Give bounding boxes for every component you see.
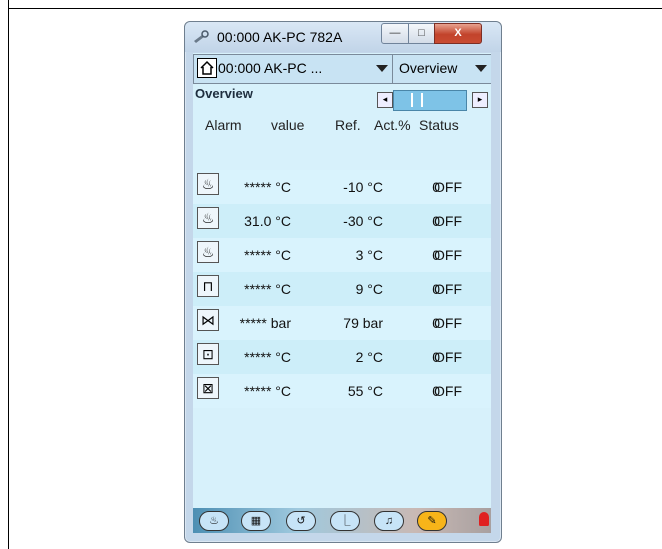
row-value: ***** °C	[244, 349, 291, 365]
row-ref: -30 °C	[343, 213, 383, 229]
header-status: Status	[419, 117, 459, 133]
receiver-icon[interactable]: ⋈	[197, 309, 219, 331]
row-status: OFF	[434, 213, 462, 229]
row-value: ***** bar	[239, 315, 291, 331]
bottom-toolbar: ♨ ▦ ↺ ⎿ ♫ ✎	[193, 508, 491, 533]
gas-cooler-icon[interactable]: ⊡	[197, 343, 219, 365]
table-row[interactable]: ⊓ ***** °C 9 °C 0 OFF	[193, 272, 491, 306]
minimize-button[interactable]: —	[381, 23, 409, 44]
scroll-thumb[interactable]	[411, 93, 423, 107]
maximize-button[interactable]: □	[408, 23, 435, 44]
row-value: ***** °C	[244, 383, 291, 399]
outer-frame-left	[8, 0, 9, 549]
view-select-value: Overview	[399, 60, 458, 76]
alarm-tab-icon[interactable]: ♫	[374, 511, 404, 531]
device-select[interactable]: 00:000 AK-PC ...	[193, 54, 393, 84]
header-ref: Ref.	[335, 117, 361, 133]
compressor-filled-icon[interactable]: ♨	[197, 207, 219, 229]
table-row[interactable]: ♨ ***** °C 3 °C 0 OFF	[193, 238, 491, 272]
home-icon[interactable]	[197, 58, 217, 78]
section-title: Overview	[195, 86, 253, 101]
row-value: 31.0 °C	[244, 213, 291, 229]
row-ref: -10 °C	[343, 179, 383, 195]
header-alarm: Alarm	[205, 117, 242, 133]
window-client: 00:000 AK-PC ... Overview Overview ◂ ▸ A…	[193, 53, 491, 533]
table-row[interactable]: ♨ 31.0 °C -30 °C 0 OFF	[193, 204, 491, 238]
condenser-icon[interactable]: ⊓	[197, 275, 219, 297]
window-title: 00:000 AK-PC 782A	[217, 29, 343, 45]
device-window: 00:000 AK-PC 782A — □ X 00:000 AK-PC ...…	[184, 21, 502, 543]
table-row[interactable]: ♨ ***** °C -10 °C 0 OFF	[193, 170, 491, 204]
table-row[interactable]: ⋈ ***** bar 79 bar 0 OFF	[193, 306, 491, 340]
tool-icon	[194, 30, 209, 43]
service-tab-icon[interactable]: ✎	[417, 511, 447, 531]
compressor-suction-icon[interactable]: ♨	[197, 173, 219, 195]
row-status: OFF	[434, 281, 462, 297]
scroll-track[interactable]	[393, 90, 467, 111]
trend-tab-icon[interactable]: ⎿	[330, 511, 360, 531]
heat-recovery-icon[interactable]: ⊠	[197, 377, 219, 399]
row-ref: 3 °C	[355, 247, 383, 263]
title-bar[interactable]: 00:000 AK-PC 782A — □ X	[185, 22, 501, 52]
row-status: OFF	[434, 383, 462, 399]
header-value: value	[271, 117, 305, 133]
row-ref: 9 °C	[355, 281, 383, 297]
table-row[interactable]: ⊠ ***** °C 55 °C 0 OFF	[193, 374, 491, 408]
chevron-down-icon[interactable]	[376, 65, 388, 72]
row-value: ***** °C	[244, 179, 291, 195]
device-select-value: 00:000 AK-PC ...	[218, 60, 323, 76]
row-status: OFF	[434, 179, 462, 195]
column-headers: Alarm value Ref. Act.% Status	[193, 117, 491, 135]
details-tab-icon[interactable]: ▦	[241, 511, 271, 531]
scroll-right-icon[interactable]: ▸	[472, 92, 488, 108]
row-value: ***** °C	[244, 281, 291, 297]
overview-tab-icon[interactable]: ♨	[199, 511, 229, 531]
row-ref: 55 °C	[347, 383, 383, 399]
row-ref: 2 °C	[355, 349, 383, 365]
schedule-tab-icon[interactable]: ↺	[286, 511, 316, 531]
row-status: OFF	[434, 247, 462, 263]
table-row[interactable]: ⊡ ***** °C 2 °C 0 OFF	[193, 340, 491, 374]
outer-frame-top	[8, 8, 662, 9]
view-select[interactable]: Overview	[392, 54, 491, 84]
close-button[interactable]: X	[434, 23, 482, 44]
row-ref: 79 bar	[343, 315, 383, 331]
alarm-bell-icon[interactable]	[479, 512, 489, 526]
page-scroller[interactable]: ◂ ▸	[377, 90, 491, 111]
row-status: OFF	[434, 349, 462, 365]
row-value: ***** °C	[244, 247, 291, 263]
row-status: OFF	[434, 315, 462, 331]
chevron-down-icon[interactable]	[475, 65, 487, 72]
compressor-outline-icon[interactable]: ♨	[197, 241, 219, 263]
header-act: Act.%	[374, 117, 411, 133]
scroll-left-icon[interactable]: ◂	[377, 92, 393, 108]
